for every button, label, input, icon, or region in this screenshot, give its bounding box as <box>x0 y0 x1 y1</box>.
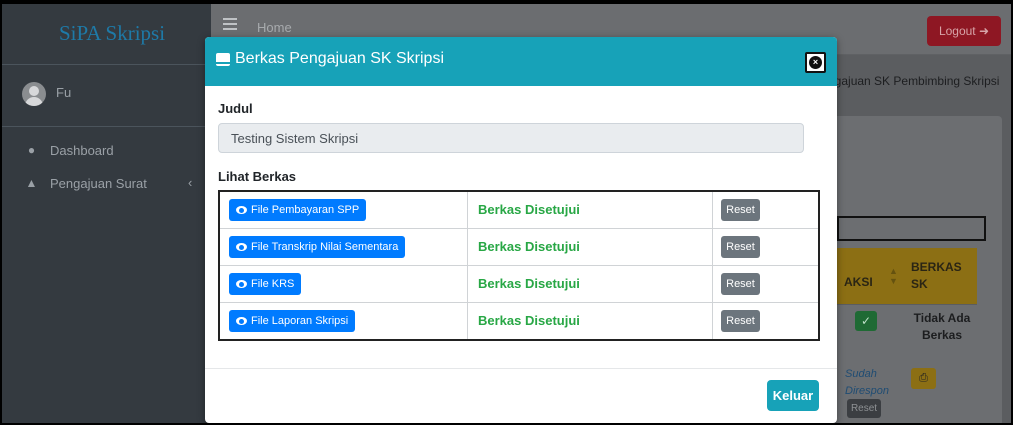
sidebar-item-label: Pengajuan Surat <box>50 176 147 191</box>
brand[interactable]: SiPA Skripsi <box>2 4 211 65</box>
files-table: File Pembayaran SPP Berkas Disetujui Res… <box>218 190 820 341</box>
folder-icon <box>216 53 230 66</box>
reset-button[interactable]: Reset <box>721 236 760 258</box>
file-cell: File Laporan Skripsi <box>218 302 468 341</box>
table-row: File KRS Berkas Disetujui Reset <box>218 265 820 303</box>
file-button-label: File Transkrip Nilai Sementara <box>251 241 399 253</box>
user-name: Fu <box>56 85 72 100</box>
table-row: File Pembayaran SPP Berkas Disetujui Res… <box>218 190 820 229</box>
status-label: Sudah Direspon <box>845 368 890 397</box>
chevron-left-icon: ‹ <box>188 175 193 190</box>
sidebar-item-dashboard[interactable]: ● Dashboard <box>2 134 211 167</box>
reset-button[interactable]: Reset <box>721 310 760 332</box>
app-window: SiPA Skripsi Fu ● Dashboard ▲ Pengajuan … <box>2 4 1011 423</box>
status-cell: Berkas Disetujui <box>467 302 713 341</box>
sidebar-nav: ● Dashboard ▲ Pengajuan Surat ‹ <box>2 134 211 200</box>
eye-icon <box>236 317 247 325</box>
action-cell: Reset <box>712 190 820 229</box>
status-badge: Berkas Disetujui <box>478 202 580 217</box>
hamburger-menu-icon[interactable] <box>223 18 237 33</box>
status-badge: Berkas Disetujui <box>478 313 580 328</box>
status-cell: Berkas Disetujui <box>467 265 713 303</box>
modal-header: Berkas Pengajuan SK Skripsi × <box>205 37 837 86</box>
file-pembayaran-spp-button[interactable]: File Pembayaran SPP <box>229 199 367 221</box>
table-header-aksi[interactable]: AKSI ▲ ▼ <box>833 248 899 304</box>
file-button-label: File Laporan Skripsi <box>251 315 349 327</box>
graduation-cap-icon: ▲ <box>25 176 38 190</box>
judul-field[interactable]: Testing Sistem Skripsi <box>218 123 804 153</box>
file-laporan-skripsi-button[interactable]: File Laporan Skripsi <box>229 310 356 332</box>
status-cell: Berkas Disetujui <box>467 190 713 229</box>
action-cell: Reset <box>712 302 820 341</box>
berkas-modal: Berkas Pengajuan SK Skripsi × Judul Test… <box>205 37 837 423</box>
table-header-berkas-sk[interactable]: BERKAS SK <box>899 248 977 304</box>
home-link[interactable]: Home <box>257 20 292 35</box>
print-icon[interactable]: ⎙ <box>911 368 936 389</box>
modal-footer-divider <box>205 368 837 369</box>
table-search-input[interactable] <box>837 216 986 241</box>
header-label: AKSI <box>844 275 873 289</box>
file-button-label: File KRS <box>251 278 295 290</box>
close-button[interactable]: × <box>805 52 826 73</box>
reset-button[interactable]: Reset <box>721 273 760 295</box>
file-krs-button[interactable]: File KRS <box>229 273 302 295</box>
sidebar-item-pengajuan-surat[interactable]: ▲ Pengajuan Surat ‹ <box>2 167 211 200</box>
file-button-label: File Pembayaran SPP <box>251 204 360 216</box>
action-cell: Reset <box>712 228 820 266</box>
logout-label: Logout <box>938 24 976 38</box>
header-label: BERKAS SK <box>911 260 962 291</box>
file-cell: File Pembayaran SPP <box>218 190 468 229</box>
close-icon: × <box>809 56 822 69</box>
judul-label: Judul <box>218 101 253 116</box>
sign-out-icon: ➜ <box>978 24 990 38</box>
berkas-sk-value: Tidak Ada Berkas <box>913 311 971 342</box>
reset-button-bg[interactable]: Reset <box>847 399 881 418</box>
sidebar-item-label: Dashboard <box>50 143 114 158</box>
file-transkrip-button[interactable]: File Transkrip Nilai Sementara <box>229 236 406 258</box>
eye-icon <box>236 243 247 251</box>
status-text: Sudah Direspon <box>845 366 889 400</box>
eye-icon <box>236 280 247 288</box>
sidebar: SiPA Skripsi Fu ● Dashboard ▲ Pengajuan … <box>2 4 211 423</box>
table-row: File Transkrip Nilai Sementara Berkas Di… <box>218 228 820 266</box>
status-cell: Berkas Disetujui <box>467 228 713 266</box>
sort-icon: ▲ ▼ <box>889 266 898 286</box>
action-cell: Reset <box>712 265 820 303</box>
check-icon[interactable]: ✓ <box>855 311 877 331</box>
status-badge: Berkas Disetujui <box>478 239 580 254</box>
file-cell: File KRS <box>218 265 468 303</box>
status-badge: Berkas Disetujui <box>478 276 580 291</box>
lihat-berkas-label: Lihat Berkas <box>218 169 297 184</box>
reset-button[interactable]: Reset <box>721 199 760 221</box>
keluar-button[interactable]: Keluar <box>767 380 819 411</box>
file-cell: File Transkrip Nilai Sementara <box>218 228 468 266</box>
tachometer-icon: ● <box>27 143 36 157</box>
table-row: File Laporan Skripsi Berkas Disetujui Re… <box>218 302 820 341</box>
breadcrumb: ngajuan SK Pembimbing Skripsi <box>828 74 1000 88</box>
user-avatar-icon <box>22 82 46 106</box>
user-panel[interactable]: Fu <box>2 64 211 127</box>
brand-label: SiPA Skripsi <box>59 21 166 45</box>
logout-button[interactable]: Logout ➜ <box>927 16 1001 46</box>
eye-icon <box>236 206 247 214</box>
modal-title: Berkas Pengajuan SK Skripsi <box>235 50 444 67</box>
